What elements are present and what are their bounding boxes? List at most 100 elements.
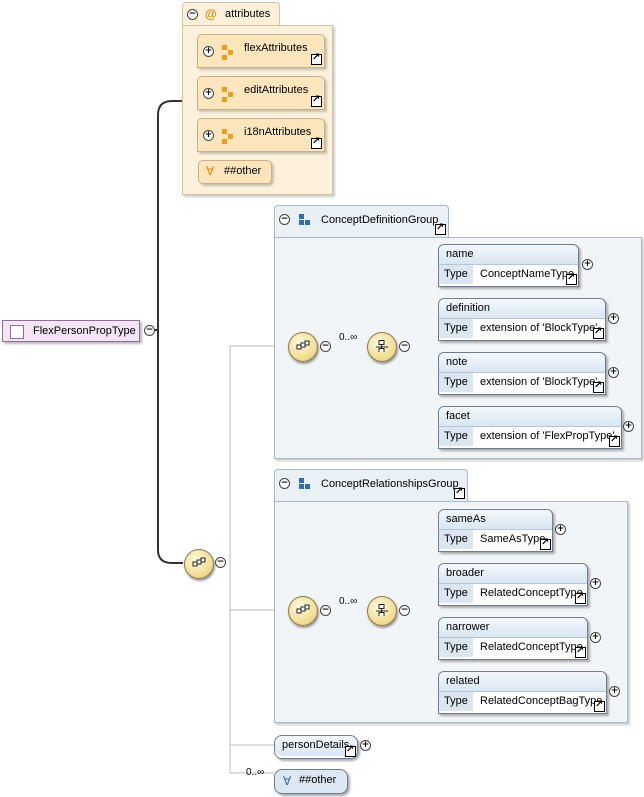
expand-element-button[interactable]: + [608, 313, 619, 324]
element-name-label: narrower [439, 618, 587, 638]
element-name-label: related [439, 672, 606, 692]
type-value: RelatedConceptType [480, 641, 583, 653]
attribute-group-label: editAttributes [244, 84, 309, 96]
element-related[interactable]: related Type RelatedConceptBagType [438, 671, 607, 714]
element-name-label: broader [439, 564, 587, 584]
occurrence-label: 0..∞ [339, 332, 358, 343]
reference-link-icon[interactable] [594, 699, 605, 712]
element-facet[interactable]: facet Type extension of 'FlexPropType' [438, 406, 622, 449]
any-attribute[interactable]: ∀ ##other [198, 160, 272, 184]
reference-link-icon[interactable] [566, 272, 577, 285]
attributes-title: attributes [225, 8, 271, 20]
type-label: Type [439, 530, 473, 549]
reference-link-icon[interactable] [593, 380, 604, 393]
attribute-group-label: flexAttributes [244, 42, 308, 54]
reference-link-icon[interactable] [593, 326, 604, 339]
attribute-group-flexattributes[interactable]: + flexAttributes [197, 34, 325, 68]
collapse-attributes-button[interactable]: − [187, 9, 198, 20]
choice-compositor[interactable] [367, 596, 397, 626]
collapse-choice-button[interactable]: − [399, 341, 410, 352]
reference-link-icon[interactable] [575, 591, 586, 604]
expand-element-button[interactable]: + [608, 367, 619, 378]
attribute-at-icon: @ [205, 7, 217, 21]
element-name-label: facet [439, 407, 621, 427]
element-name-label: name [439, 245, 578, 265]
root-element[interactable]: FlexPersonPropType [2, 320, 140, 342]
type-label: Type [439, 265, 473, 284]
element-name-label: note [439, 353, 605, 373]
reference-link-icon[interactable] [311, 52, 322, 65]
collapse-choice-button[interactable]: − [399, 605, 410, 616]
element-persondetails[interactable]: personDetails [274, 735, 358, 759]
reference-link-icon[interactable] [311, 136, 322, 149]
type-label: Type [439, 692, 473, 711]
expand-element-button[interactable]: + [590, 578, 601, 589]
expand-element-button[interactable]: + [609, 686, 620, 697]
occurrence-label: 0..∞ [339, 596, 358, 607]
type-value: SameAsType [480, 533, 546, 545]
collapse-sequence-button[interactable]: − [215, 557, 226, 568]
type-label: Type [439, 638, 473, 657]
any-element-label: ##other [299, 774, 337, 786]
sequence-compositor[interactable] [184, 549, 214, 579]
element-broader[interactable]: broader Type RelatedConceptType [438, 563, 588, 606]
type-value: extension of 'BlockType' [480, 376, 598, 388]
choice-compositor[interactable] [367, 332, 397, 362]
expand-element-button[interactable]: + [360, 740, 371, 751]
reference-link-icon[interactable] [435, 222, 446, 235]
attribute-group-editattributes[interactable]: + editAttributes [197, 76, 325, 110]
type-label: Type [439, 373, 473, 392]
reference-link-icon[interactable] [540, 537, 551, 550]
element-name-label: sameAs [439, 510, 552, 530]
element-narrower[interactable]: narrower Type RelatedConceptType [438, 617, 588, 660]
reference-link-icon[interactable] [345, 744, 356, 757]
expand-editattributes-button[interactable]: + [203, 88, 214, 99]
root-element-label: FlexPersonPropType [33, 325, 136, 337]
sequence-icon [296, 604, 310, 614]
expand-element-button[interactable]: + [582, 259, 593, 270]
expand-element-button[interactable]: + [555, 524, 566, 535]
type-label: Type [439, 319, 473, 338]
any-element[interactable]: ∀ ##other [274, 769, 348, 794]
element-name[interactable]: name Type ConceptNameType [438, 244, 579, 287]
wildcard-icon: ∀ [283, 774, 292, 788]
expand-element-button[interactable]: + [623, 421, 634, 432]
type-value: extension of 'BlockType' [480, 322, 598, 334]
reference-link-icon[interactable] [575, 645, 586, 658]
concept-definition-group-header[interactable]: − ConceptDefinitionGroup [274, 205, 449, 237]
reference-link-icon[interactable] [609, 434, 620, 447]
sequence-icon [192, 557, 206, 567]
choice-icon [376, 604, 388, 616]
complex-type-icon [10, 325, 24, 339]
reference-link-icon[interactable] [311, 94, 322, 107]
collapse-group-button[interactable]: − [279, 478, 290, 489]
expand-flexattributes-button[interactable]: + [203, 46, 214, 57]
group-title: ConceptDefinitionGroup [321, 214, 439, 226]
type-value: RelatedConceptBagType [480, 695, 603, 707]
element-definition[interactable]: definition Type extension of 'BlockType' [438, 298, 606, 341]
collapse-group-button[interactable]: − [279, 214, 290, 225]
group-title: ConceptRelationshipsGroup [321, 478, 459, 490]
element-note[interactable]: note Type extension of 'BlockType' [438, 352, 606, 395]
type-label: Type [439, 427, 473, 446]
wildcard-icon: ∀ [206, 164, 215, 178]
collapse-sequence-button[interactable]: − [320, 341, 331, 352]
expand-i18nattributes-button[interactable]: + [203, 130, 214, 141]
attribute-group-i18nattributes[interactable]: + i18nAttributes [197, 118, 325, 152]
sequence-compositor[interactable] [288, 596, 318, 626]
type-label: Type [439, 584, 473, 603]
attributes-header[interactable]: − @ attributes [182, 2, 280, 26]
reference-link-icon[interactable] [454, 486, 465, 499]
attribute-group-label: i18nAttributes [244, 126, 312, 138]
element-name-label: definition [439, 299, 605, 319]
expand-element-button[interactable]: + [590, 632, 601, 643]
concept-relationships-group-header[interactable]: − ConceptRelationshipsGroup [274, 469, 468, 501]
collapse-root-button[interactable]: − [144, 325, 155, 336]
attributes-panel: + flexAttributes + editAttributes + i18n… [182, 25, 333, 195]
sequence-compositor[interactable] [288, 332, 318, 362]
element-sameas[interactable]: sameAs Type SameAsType [438, 509, 553, 552]
collapse-sequence-button[interactable]: − [320, 605, 331, 616]
type-value: RelatedConceptType [480, 587, 583, 599]
type-value: extension of 'FlexPropType' [480, 430, 615, 442]
occurrence-label: 0..∞ [246, 767, 265, 778]
